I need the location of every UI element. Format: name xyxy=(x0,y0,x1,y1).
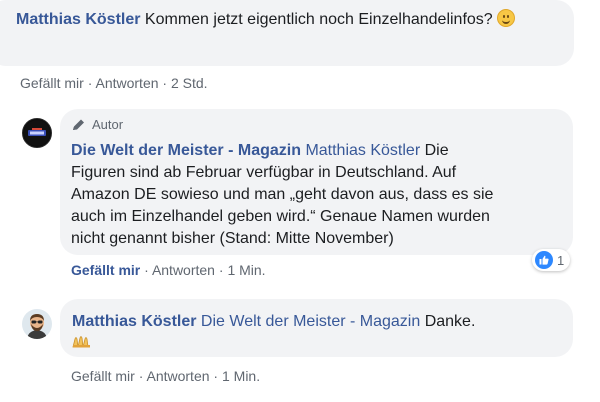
separator: · xyxy=(162,75,168,91)
separator: · xyxy=(138,368,144,384)
magazine-logo-icon xyxy=(24,120,50,146)
pencil-icon xyxy=(73,119,84,130)
reaction-count-pill[interactable]: 1 xyxy=(532,249,571,271)
separator: · xyxy=(144,262,149,278)
like-link[interactable]: Gefällt mir xyxy=(71,368,135,384)
reply-link[interactable]: Antworten xyxy=(152,262,215,278)
reply-bubble: Autor Die Welt der Meister - Magazin Mat… xyxy=(60,109,573,255)
timestamp-link[interactable]: 1 Min. xyxy=(222,368,260,384)
like-reaction-icon xyxy=(535,251,553,269)
reply-actions: Gefällt mir · Antworten · 1 Min. xyxy=(71,368,260,384)
reply-actions: Gefällt mir · Antworten · 1 Min. xyxy=(71,262,266,278)
like-link[interactable]: Gefällt mir xyxy=(20,75,84,91)
reply-body: Die Welt der Meister - Magazin Matthias … xyxy=(71,140,566,250)
reply-mention-link[interactable]: Matthias Köstler xyxy=(305,142,420,159)
reply-text: Die xyxy=(424,142,449,159)
user-avatar[interactable] xyxy=(22,309,52,339)
praying-hands-emoji-icon xyxy=(71,334,93,353)
reply-link[interactable]: Antworten xyxy=(95,75,158,91)
author-badge: Autor xyxy=(71,117,123,132)
separator: · xyxy=(213,368,219,384)
separator: · xyxy=(218,262,224,278)
reply-line: auch im Einzelhandel geben wird.“ Genaue… xyxy=(71,208,490,225)
comment-bubble: Matthias Köstler Kommen jetzt eigentlich… xyxy=(0,0,574,66)
comment-author-link[interactable]: Matthias Köstler xyxy=(16,11,140,28)
reply-author-link[interactable]: Matthias Köstler xyxy=(72,313,196,330)
reply-bubble: Matthias Köstler Die Welt der Meister - … xyxy=(60,299,573,357)
smiling-face-emoji-icon xyxy=(497,9,516,27)
reply-author-link[interactable]: Die Welt der Meister - Magazin xyxy=(71,142,301,159)
reply-text: Danke. xyxy=(424,313,476,330)
reaction-count: 1 xyxy=(557,252,565,268)
comment-body: Matthias Köstler Kommen jetzt eigentlich… xyxy=(16,9,558,31)
comment-actions: Gefällt mir · Antworten · 2 Std. xyxy=(20,75,208,91)
comment-text: Kommen jetzt eigentlich noch Einzelhande… xyxy=(144,11,493,28)
reply-mention-link[interactable]: Die Welt der Meister - Magazin xyxy=(201,313,420,330)
reply-line: Figuren sind ab Februar verfügbar in Deu… xyxy=(71,164,457,181)
thumbs-up-icon xyxy=(539,255,549,265)
author-badge-label: Autor xyxy=(92,117,124,132)
reply-body: Matthias Köstler Die Welt der Meister - … xyxy=(72,311,561,333)
magazine-avatar[interactable] xyxy=(22,118,52,148)
like-link[interactable]: Gefällt mir xyxy=(71,262,140,278)
separator: · xyxy=(87,75,93,91)
reply-line: Amazon DE sowieso und man „geht davon au… xyxy=(71,186,494,203)
timestamp-link[interactable]: 2 Std. xyxy=(171,75,208,91)
reply-link[interactable]: Antworten xyxy=(146,368,209,384)
reply-line: nicht genannt bisher (Stand: Mitte Novem… xyxy=(71,230,394,247)
reply-line: Die Welt der Meister - Magazin Matthias … xyxy=(71,140,566,162)
bearded-man-avatar-icon xyxy=(22,309,52,339)
timestamp-link[interactable]: 1 Min. xyxy=(227,262,265,278)
